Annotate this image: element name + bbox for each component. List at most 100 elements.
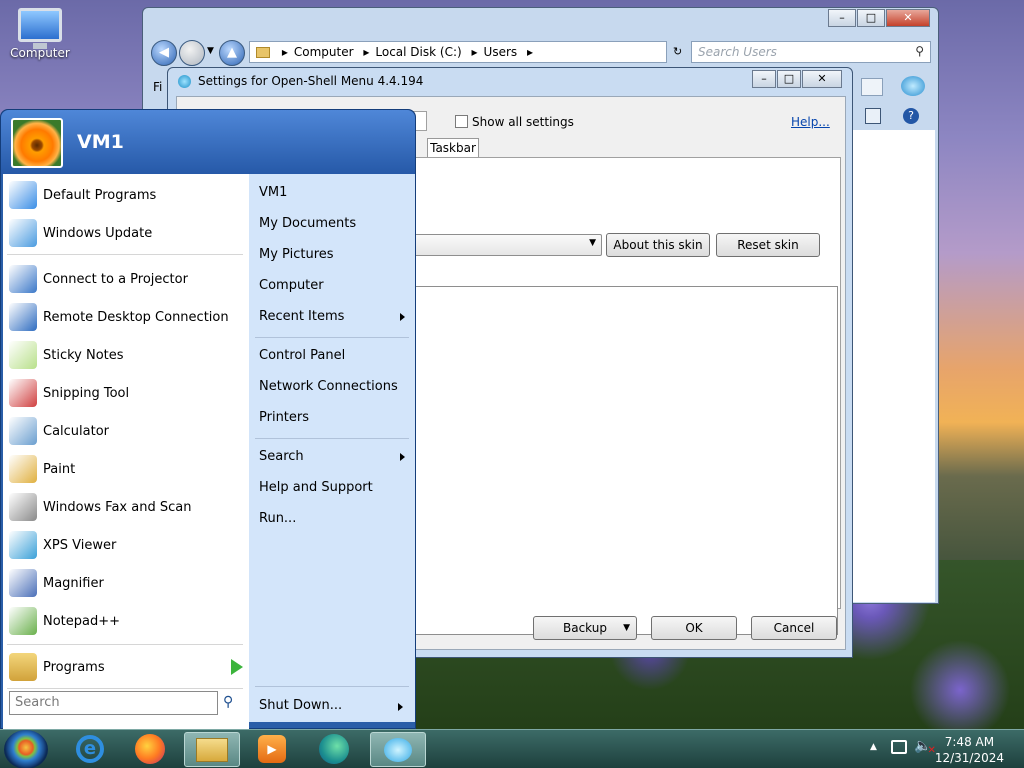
start-menu-places-column: VM1 My Documents My Pictures Computer Recent…: [249, 174, 415, 722]
backup-button[interactable]: Backup ▼: [533, 616, 637, 640]
change-view-icon[interactable]: [861, 78, 883, 96]
user-name: VM1: [77, 131, 124, 153]
start-item-notepadpp[interactable]: Notepad++: [9, 604, 245, 638]
start-item-xps-viewer[interactable]: XPS Viewer: [9, 528, 245, 562]
start-item-magnifier[interactable]: Magnifier: [9, 566, 245, 600]
minimize-button[interactable]: –: [828, 9, 856, 27]
start-item-fax-scan[interactable]: Windows Fax and Scan: [9, 490, 245, 524]
maximize-button[interactable]: □: [777, 70, 801, 88]
computer-icon: [18, 8, 62, 49]
breadcrumb-local-disk[interactable]: Local Disk (C:): [375, 45, 461, 59]
places-item-run[interactable]: Run...: [259, 511, 409, 526]
reset-skin-button[interactable]: Reset skin: [716, 233, 820, 257]
start-item-windows-update[interactable]: Windows Update: [9, 216, 245, 250]
file-explorer-taskbar-icon[interactable]: [184, 732, 240, 767]
tray-overflow-icon[interactable]: ▲: [870, 742, 877, 752]
minimize-button[interactable]: –: [752, 70, 776, 88]
about-skin-button[interactable]: About this skin: [606, 233, 710, 257]
breadcrumb-users[interactable]: Users: [484, 45, 518, 59]
refresh-icon[interactable]: ↻: [673, 45, 682, 58]
firefox-taskbar-icon[interactable]: [122, 732, 178, 767]
start-item-paint[interactable]: Paint: [9, 452, 245, 486]
start-item-snipping-tool[interactable]: Snipping Tool: [9, 376, 245, 410]
places-item-my-pictures[interactable]: My Pictures: [259, 247, 409, 262]
programs-label: Programs: [43, 659, 105, 675]
start-item-sticky-notes[interactable]: Sticky Notes: [9, 338, 245, 372]
explorer-search-input[interactable]: Search Users ⚲: [691, 41, 931, 63]
places-item-printers[interactable]: Printers: [259, 410, 409, 425]
programs-item[interactable]: Programs: [9, 650, 245, 684]
magnifier-icon: [9, 569, 37, 597]
address-bar[interactable]: ▸ Computer ▸ Local Disk (C:) ▸ Users ▸: [249, 41, 667, 63]
start-search-input[interactable]: Search: [9, 691, 218, 715]
fax-scan-icon: [9, 493, 37, 521]
default-programs-icon: [9, 181, 37, 209]
places-item-help-and-support[interactable]: Help and Support: [259, 480, 409, 495]
start-item-label: Paint: [43, 461, 76, 477]
forward-arrow-icon[interactable]: [179, 40, 205, 66]
shutdown-button[interactable]: Shut Down...: [259, 698, 342, 713]
media-player-taskbar-icon[interactable]: ▶: [244, 732, 300, 767]
start-menu-programs-column: Default Programs Windows Update Connect to…: [3, 174, 249, 730]
show-all-settings-checkbox[interactable]: [455, 115, 468, 128]
places-item-network-connections[interactable]: Network Connections: [259, 379, 409, 394]
tab-taskbar[interactable]: Taskbar: [427, 138, 479, 158]
places-item-recent-items[interactable]: Recent Items: [259, 309, 409, 324]
cancel-button[interactable]: Cancel: [751, 616, 837, 640]
dialog-title: Settings for Open-Shell Menu 4.4.194: [198, 74, 424, 88]
close-button[interactable]: ✕: [886, 9, 930, 27]
shutdown-arrow-icon[interactable]: [398, 703, 403, 711]
close-button[interactable]: ✕: [802, 70, 842, 88]
divider: [255, 438, 409, 439]
places-item-my-documents[interactable]: My Documents: [259, 216, 409, 231]
xps-viewer-icon: [9, 531, 37, 559]
start-item-projector[interactable]: Connect to a Projector: [9, 262, 245, 296]
backup-label: Backup: [563, 621, 607, 635]
preview-pane-icon[interactable]: [865, 108, 881, 124]
menu-stub[interactable]: Fi: [153, 80, 162, 94]
search-icon[interactable]: ⚲: [223, 694, 233, 710]
up-arrow-icon[interactable]: ▲: [219, 40, 245, 66]
chevron-down-icon: ▼: [589, 238, 596, 248]
maximize-button[interactable]: □: [857, 9, 885, 27]
notepadpp-icon: [9, 607, 37, 635]
explorer-file-area: [853, 130, 935, 602]
system-clock[interactable]: 7:48 AM 12/31/2024: [935, 734, 1004, 766]
open-shell-taskbar-icon[interactable]: [370, 732, 426, 767]
start-item-label: XPS Viewer: [43, 537, 117, 553]
divider: [7, 254, 243, 255]
edge-taskbar-icon[interactable]: [306, 732, 362, 767]
desktop-computer-shortcut[interactable]: Computer: [8, 8, 72, 60]
search-icon: ⚲: [915, 44, 924, 58]
start-item-label: Snipping Tool: [43, 385, 130, 401]
start-item-label: Connect to a Projector: [43, 271, 188, 287]
ok-button[interactable]: OK: [651, 616, 737, 640]
start-item-remote-desktop[interactable]: Remote Desktop Connection: [9, 300, 245, 334]
breadcrumb-computer[interactable]: Computer: [294, 45, 354, 59]
places-item-search[interactable]: Search: [259, 449, 409, 464]
start-item-calculator[interactable]: Calculator: [9, 414, 245, 448]
divider: [7, 688, 243, 689]
search-placeholder: Search Users: [698, 45, 777, 59]
network-icon[interactable]: [891, 740, 907, 754]
shell-icon[interactable]: [901, 76, 925, 96]
start-item-label: Calculator: [43, 423, 110, 439]
start-item-default-programs[interactable]: Default Programs: [9, 178, 245, 212]
snipping-tool-icon: [9, 379, 37, 407]
history-dropdown-icon[interactable]: ▼: [207, 46, 214, 56]
places-item-vm1[interactable]: VM1: [259, 185, 409, 200]
help-link[interactable]: Help...: [791, 115, 830, 129]
internet-explorer-taskbar-icon[interactable]: e: [62, 732, 118, 767]
help-icon[interactable]: ?: [903, 108, 919, 124]
places-item-computer[interactable]: Computer: [259, 278, 409, 293]
back-arrow-icon[interactable]: ◀: [151, 40, 177, 66]
calculator-icon: [9, 417, 37, 445]
start-menu-header: VM1: [1, 110, 415, 174]
start-item-label: Windows Fax and Scan: [43, 499, 192, 515]
places-item-control-panel[interactable]: Control Panel: [259, 348, 409, 363]
start-item-label: Default Programs: [43, 187, 157, 203]
user-avatar[interactable]: [11, 118, 63, 168]
divider: [255, 686, 409, 687]
programs-folder-icon: [9, 653, 37, 681]
start-button[interactable]: [4, 730, 48, 768]
